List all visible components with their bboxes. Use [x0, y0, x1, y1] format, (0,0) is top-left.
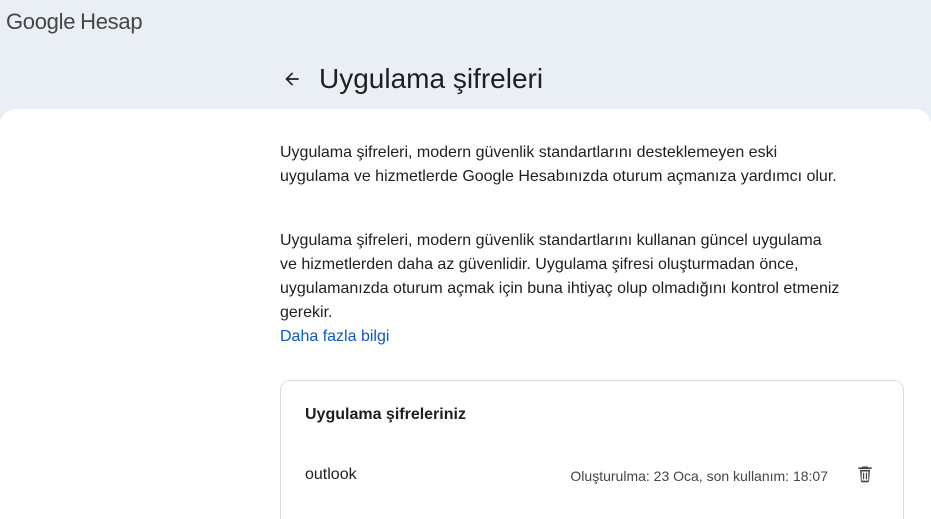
intro-paragraph: Uygulama şifreleri, modern güvenlik stan…: [280, 144, 837, 185]
google-account-logo[interactable]: Google Hesap: [6, 9, 143, 35]
app-password-name: outlook: [305, 466, 357, 483]
top-bar: Google Hesap: [0, 0, 931, 44]
page-title: Uygulama şifreleri: [319, 63, 544, 94]
card-title: Uygulama şifreleriniz: [305, 406, 466, 423]
logo-brand: Google: [6, 9, 76, 34]
logo-product: Hesap: [80, 9, 143, 34]
app-passwords-card: Uygulama şifreleriniz outlook Oluşturulm…: [280, 380, 904, 519]
back-button[interactable]: [279, 66, 305, 92]
learn-more-link[interactable]: Daha fazla bilgi: [280, 325, 389, 349]
app-password-meta: Oluşturulma: 23 Oca, son kullanım: 18:07: [570, 468, 828, 484]
trash-icon: [858, 466, 872, 483]
page-header: Uygulama şifreleri: [0, 44, 931, 110]
security-note-paragraph: Uygulama şifreleri, modern güvenlik stan…: [280, 232, 840, 321]
delete-app-password-button[interactable]: [853, 462, 877, 486]
arrow-back-icon: [285, 72, 299, 86]
